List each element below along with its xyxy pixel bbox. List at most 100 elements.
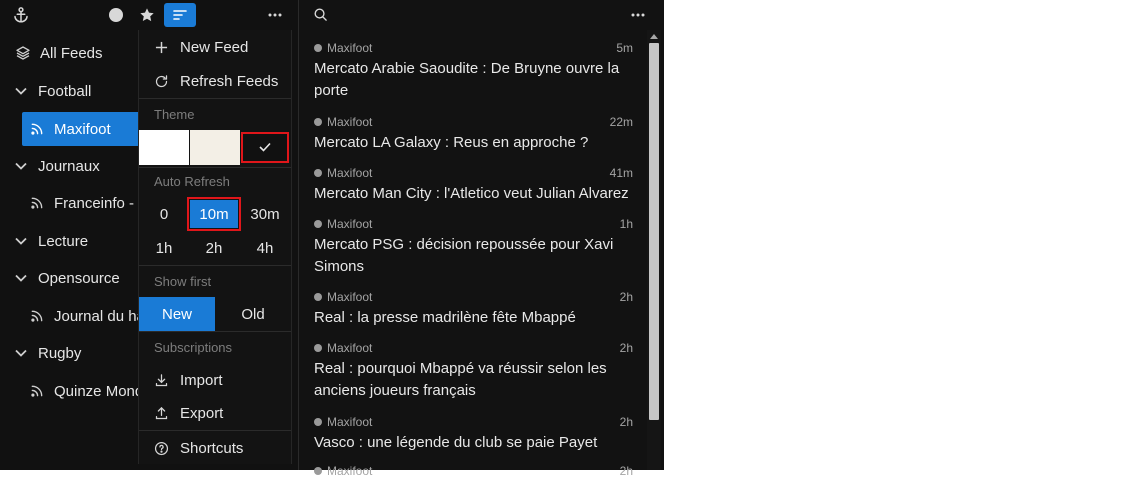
list-item[interactable]: Maxifoot 41m Mercato Man City : l'Atletic… <box>314 166 634 205</box>
article-source: Maxifoot <box>327 217 373 231</box>
article-time: 5m <box>616 41 633 55</box>
refresh-option-0[interactable]: 0 <box>139 200 189 228</box>
article-title: Mercato Man City : l'Atletico veut Julia… <box>314 185 629 202</box>
anchor-icon[interactable] <box>10 0 32 30</box>
plus-icon <box>152 41 170 54</box>
article-meta: Maxifoot 22m <box>314 115 634 129</box>
search-icon[interactable] <box>313 7 328 27</box>
import-label: Import <box>180 371 223 389</box>
article-source: Maxifoot <box>327 415 373 429</box>
layers-icon <box>14 45 32 61</box>
sidebar-item-label: Opensource <box>38 269 120 287</box>
sort-menu-button[interactable] <box>164 3 196 27</box>
theme-light-swatch[interactable] <box>139 130 189 165</box>
scrollbar-thumb[interactable] <box>649 43 659 420</box>
refresh-option-10m[interactable]: 10m <box>187 197 241 231</box>
source-dot-icon <box>314 344 322 352</box>
list-item[interactable]: Maxifoot 2h <box>314 464 634 478</box>
list-item[interactable]: Maxifoot 5m Mercato Arabie Saoudite : De … <box>314 41 634 102</box>
article-title: Vasco : une légende du club se paie Paye… <box>314 434 598 451</box>
article-meta: Maxifoot 5m <box>314 41 634 55</box>
scrollbar[interactable] <box>647 30 661 470</box>
article-meta: Maxifoot 1h <box>314 217 634 231</box>
article-time: 2h <box>619 290 633 304</box>
theme-dark-swatch[interactable] <box>241 132 289 163</box>
article-list-pane: Maxifoot 5m Mercato Arabie Saoudite : De … <box>299 0 663 478</box>
source-dot-icon <box>314 418 322 426</box>
refresh-feeds-menu-item[interactable]: Refresh Feeds <box>139 64 291 98</box>
divider <box>139 98 291 99</box>
list-item[interactable]: Maxifoot 1h Mercato PSG : décision repous… <box>314 217 634 278</box>
sidebar-group-journaux[interactable]: Journaux <box>12 149 100 183</box>
divider <box>139 265 291 266</box>
article-time: 2h <box>619 464 633 478</box>
sidebar-item-label: Maxifoot <box>54 120 111 138</box>
show-first-old-button[interactable]: Old <box>215 297 291 331</box>
rss-icon <box>28 384 46 398</box>
download-icon <box>152 373 170 388</box>
divider <box>139 167 291 168</box>
article-meta: Maxifoot 2h <box>314 464 634 478</box>
article-title: Mercato PSG : décision repoussée pour Xa… <box>314 236 614 275</box>
list-item[interactable]: Maxifoot 2h Vasco : une légende du club s… <box>314 415 634 454</box>
refresh-feeds-label: Refresh Feeds <box>180 72 279 90</box>
app-window: All Feeds Football Maxifoot Journaux Fra… <box>0 0 664 478</box>
sidebar-group-football[interactable]: Football <box>12 74 91 108</box>
chevron-down-icon <box>12 237 30 245</box>
article-source: Maxifoot <box>327 290 373 304</box>
settings-dropdown: New Feed Refresh Feeds Theme Auto Refres… <box>138 30 292 464</box>
sidebar-toolbar <box>0 0 298 30</box>
new-feed-menu-item[interactable]: New Feed <box>139 30 291 64</box>
empty-content-pane <box>664 0 1137 470</box>
list-item[interactable]: Maxifoot 22m Mercato LA Galaxy : Reus en … <box>314 115 634 154</box>
scroll-up-arrow-icon[interactable] <box>650 34 658 39</box>
chevron-down-icon <box>12 274 30 282</box>
article-meta: Maxifoot 2h <box>314 341 634 355</box>
article-time: 41m <box>609 166 633 180</box>
chevron-down-icon <box>12 162 30 170</box>
sidebar-group-lecture[interactable]: Lecture <box>12 224 88 258</box>
more-icon[interactable] <box>631 0 645 30</box>
refresh-option-4h[interactable]: 4h <box>240 234 290 262</box>
import-menu-item[interactable]: Import <box>139 363 291 397</box>
sidebar-item-all-feeds[interactable]: All Feeds <box>14 36 103 70</box>
sidebar-item-quinze-mondial[interactable]: Quinze Mond <box>28 374 143 408</box>
star-icon[interactable] <box>137 0 157 30</box>
refresh-option-2h[interactable]: 2h <box>189 234 239 262</box>
shortcuts-menu-item[interactable]: Shortcuts <box>139 431 291 464</box>
list-item[interactable]: Maxifoot 2h Real : la presse madrilène fê… <box>314 290 634 329</box>
subscriptions-section-label: Subscriptions <box>154 340 233 355</box>
rss-icon <box>28 122 46 136</box>
export-menu-item[interactable]: Export <box>139 396 291 430</box>
article-list-toolbar <box>299 0 663 30</box>
help-circle-icon <box>152 441 170 456</box>
article-meta: Maxifoot 41m <box>314 166 634 180</box>
article-time: 2h <box>619 341 633 355</box>
article-meta: Maxifoot 2h <box>314 415 634 429</box>
theme-section-label: Theme <box>154 107 195 122</box>
sidebar-item-franceinfo[interactable]: Franceinfo - <box>28 186 134 220</box>
refresh-option-1h[interactable]: 1h <box>139 234 189 262</box>
sidebar-item-journal-du-hacker[interactable]: Journal du ha <box>28 299 145 333</box>
refresh-icon <box>152 74 170 89</box>
sidebar-item-label: Quinze Mond <box>54 382 144 400</box>
sidebar-group-opensource[interactable]: Opensource <box>12 261 120 295</box>
list-item[interactable]: Maxifoot 2h Real : pourquoi Mbappé va réu… <box>314 341 634 402</box>
show-first-section-label: Show first <box>154 274 212 289</box>
more-icon[interactable] <box>264 0 286 30</box>
sidebar-item-label: All Feeds <box>40 44 103 62</box>
article-title: Real : la presse madrilène fête Mbappé <box>314 309 576 326</box>
refresh-option-30m[interactable]: 30m <box>240 200 290 228</box>
sidebar-item-label: Journal du ha <box>54 307 145 325</box>
article-time: 22m <box>609 115 633 129</box>
auto-refresh-section-label: Auto Refresh <box>154 174 230 189</box>
sidebar-group-rugby[interactable]: Rugby <box>12 336 81 370</box>
show-first-new-button[interactable]: New <box>139 297 215 331</box>
theme-sepia-swatch[interactable] <box>190 130 240 165</box>
filter-unread-button[interactable] <box>106 0 126 30</box>
divider <box>139 331 291 332</box>
article-source: Maxifoot <box>327 115 373 129</box>
article-title: Mercato LA Galaxy : Reus en approche ? <box>314 134 589 151</box>
article-source: Maxifoot <box>327 341 373 355</box>
shortcuts-label: Shortcuts <box>180 439 244 457</box>
